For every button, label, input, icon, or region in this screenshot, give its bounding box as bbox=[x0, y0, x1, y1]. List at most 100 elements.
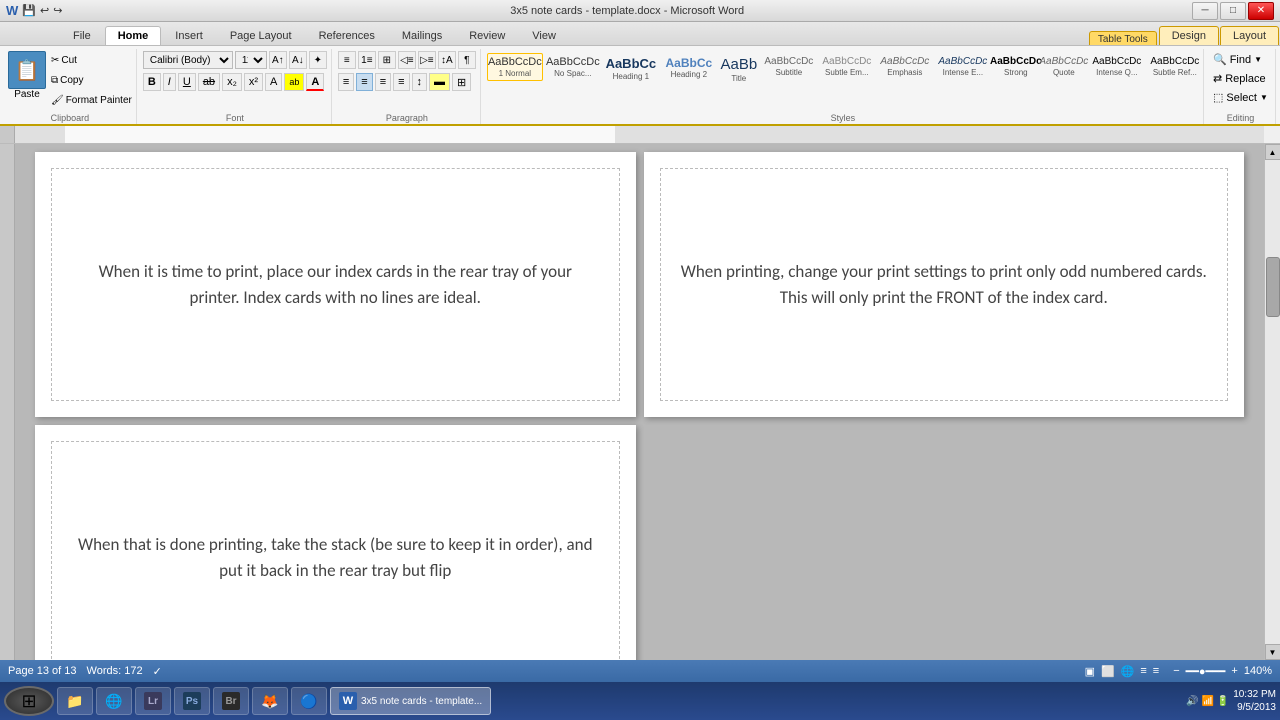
quick-access-undo[interactable]: ↩ bbox=[40, 4, 49, 17]
text-effects-button[interactable]: A bbox=[265, 73, 282, 91]
bold-button[interactable]: B bbox=[143, 73, 161, 91]
card-inner-2: When printing, change your print setting… bbox=[660, 168, 1229, 401]
taskbar-ps[interactable]: Ps bbox=[174, 687, 210, 715]
align-center-button[interactable]: ≡ bbox=[356, 73, 372, 91]
ruler bbox=[0, 126, 1280, 144]
zoom-out-button[interactable]: − bbox=[1173, 665, 1179, 677]
style-quote[interactable]: AaBbCcDc Quote bbox=[1041, 53, 1087, 80]
style-subtitle[interactable]: AaBbCcDc Subtitle bbox=[761, 53, 817, 80]
style-intense-q[interactable]: AaBbCcDc Intense Q... bbox=[1089, 53, 1145, 80]
style-subtle-ref[interactable]: AaBbCcDc Subtle Ref... bbox=[1147, 53, 1203, 80]
shrink-font-button[interactable]: A↓ bbox=[289, 51, 307, 69]
tab-references[interactable]: References bbox=[306, 26, 388, 45]
taskbar-lr[interactable]: Lr bbox=[135, 687, 171, 715]
line-spacing-button[interactable]: ↕ bbox=[412, 73, 428, 91]
multilevel-list-button[interactable]: ⊞ bbox=[378, 51, 396, 69]
tab-home[interactable]: Home bbox=[105, 26, 162, 45]
decrease-indent-button[interactable]: ◁≡ bbox=[398, 51, 416, 69]
zoom-in-button[interactable]: + bbox=[1231, 665, 1237, 677]
show-hide-button[interactable]: ¶ bbox=[458, 51, 476, 69]
tab-mailings[interactable]: Mailings bbox=[389, 26, 455, 45]
style-intense-em[interactable]: AaBbCcDc Intense E... bbox=[935, 53, 991, 80]
card-page-2[interactable]: When printing, change your print setting… bbox=[644, 152, 1245, 417]
tab-page-layout[interactable]: Page Layout bbox=[217, 26, 305, 45]
tray-time[interactable]: 10:32 PM 9/5/2013 bbox=[1233, 688, 1276, 714]
taskbar-explorer[interactable]: 📁 bbox=[57, 687, 93, 715]
scroll-thumb[interactable] bbox=[1266, 257, 1280, 317]
replace-icon: ⇄ bbox=[1213, 72, 1222, 85]
underline-button[interactable]: U bbox=[178, 73, 196, 91]
font-family-select[interactable]: Calibri (Body) bbox=[143, 51, 233, 69]
view-draft-button[interactable]: ≡ bbox=[1153, 665, 1159, 677]
card-page-3[interactable]: When that is done printing, take the sta… bbox=[35, 425, 636, 660]
strikethrough-button[interactable]: ab bbox=[198, 73, 220, 91]
view-full-screen-button[interactable]: ⬜ bbox=[1101, 665, 1115, 678]
zoom-slider[interactable]: ━━●━━━ bbox=[1186, 665, 1226, 678]
paste-button[interactable]: 📋 Paste bbox=[8, 51, 46, 110]
tab-file[interactable]: File bbox=[60, 26, 104, 45]
card-page-1[interactable]: When it is time to print, place our inde… bbox=[35, 152, 636, 417]
numbering-button[interactable]: 1≡ bbox=[358, 51, 376, 69]
find-button[interactable]: 🔍 Find ▼ bbox=[1210, 51, 1265, 68]
format-painter-button[interactable]: 🖌Format Painter bbox=[51, 95, 132, 106]
view-print-layout-button[interactable]: ▣ bbox=[1085, 665, 1095, 678]
superscript-button[interactable]: x² bbox=[244, 73, 263, 91]
copy-button[interactable]: ⧉Copy bbox=[51, 75, 132, 86]
start-button[interactable]: ⊞ bbox=[4, 686, 54, 716]
card-text-2: When printing, change your print setting… bbox=[681, 259, 1208, 310]
tab-design[interactable]: Design bbox=[1159, 26, 1219, 45]
scroll-track[interactable] bbox=[1265, 160, 1280, 644]
style-subtle-label: Subtle Em... bbox=[825, 68, 869, 77]
maximize-button[interactable]: □ bbox=[1220, 2, 1246, 20]
shading-button[interactable]: ▬ bbox=[429, 73, 450, 91]
cut-button[interactable]: ✂Cut bbox=[51, 55, 132, 66]
replace-button[interactable]: ⇄ Replace bbox=[1210, 70, 1269, 87]
subscript-button[interactable]: x₂ bbox=[222, 73, 242, 91]
style-emphasis-preview: AaBbCcDc bbox=[880, 56, 929, 68]
borders-button[interactable]: ⊞ bbox=[452, 73, 471, 91]
tab-view[interactable]: View bbox=[519, 26, 569, 45]
italic-button[interactable]: I bbox=[163, 73, 176, 91]
taskbar-firefox[interactable]: 🦊 bbox=[252, 687, 288, 715]
ribbon: 📋 Paste ✂Cut ⧉Copy 🖌Format Painter Clipb… bbox=[0, 46, 1280, 126]
style-title-label: Title bbox=[731, 74, 746, 83]
font-color-button[interactable]: A bbox=[306, 73, 324, 91]
tab-insert[interactable]: Insert bbox=[162, 26, 216, 45]
taskbar-ie[interactable]: 🌐 bbox=[96, 687, 132, 715]
view-outline-button[interactable]: ≡ bbox=[1140, 665, 1146, 677]
taskbar-chrome[interactable]: 🔵 bbox=[291, 687, 327, 715]
taskbar-word[interactable]: W 3x5 note cards - template... bbox=[330, 687, 491, 715]
minimize-button[interactable]: ─ bbox=[1192, 2, 1218, 20]
tab-review[interactable]: Review bbox=[456, 26, 518, 45]
grow-font-button[interactable]: A↑ bbox=[269, 51, 287, 69]
style-heading1[interactable]: AaBbCc Heading 1 bbox=[603, 53, 659, 84]
sort-button[interactable]: ↕A bbox=[438, 51, 456, 69]
bullets-button[interactable]: ≡ bbox=[338, 51, 356, 69]
text-highlight-button[interactable]: ab bbox=[284, 73, 304, 91]
align-left-button[interactable]: ≡ bbox=[338, 73, 354, 91]
quick-access-redo[interactable]: ↪ bbox=[53, 4, 62, 17]
style-no-space[interactable]: AaBbCcDc No Spac... bbox=[545, 53, 601, 81]
select-button[interactable]: ⬚ Select ▼ bbox=[1210, 89, 1271, 106]
scroll-down-button[interactable]: ▼ bbox=[1265, 644, 1280, 660]
font-size-select[interactable]: 11 bbox=[235, 51, 267, 69]
style-heading2[interactable]: AaBbCc Heading 2 bbox=[661, 53, 717, 82]
style-emphasis[interactable]: AaBbCcDc Emphasis bbox=[877, 53, 933, 80]
taskbar-bridge[interactable]: Br bbox=[213, 687, 249, 715]
align-right-button[interactable]: ≡ bbox=[375, 73, 391, 91]
increase-indent-button[interactable]: ▷≡ bbox=[418, 51, 436, 69]
document-content[interactable]: When it is time to print, place our inde… bbox=[15, 144, 1264, 660]
justify-button[interactable]: ≡ bbox=[393, 73, 409, 91]
vertical-ruler bbox=[0, 144, 15, 660]
scroll-up-button[interactable]: ▲ bbox=[1265, 144, 1280, 160]
clear-format-button[interactable]: ✦ bbox=[309, 51, 327, 69]
style-title[interactable]: AaBb Title bbox=[719, 53, 759, 86]
close-button[interactable]: ✕ bbox=[1248, 2, 1274, 20]
style-normal[interactable]: AaBbCcDc 1 Normal bbox=[487, 53, 543, 81]
tab-layout[interactable]: Layout bbox=[1220, 26, 1279, 45]
ruler-svg bbox=[15, 126, 1264, 143]
style-strong[interactable]: AaBbCcDc Strong bbox=[993, 53, 1039, 80]
view-web-layout-button[interactable]: 🌐 bbox=[1121, 665, 1135, 678]
style-subtle-em[interactable]: AaBbCcDc Subtle Em... bbox=[819, 53, 875, 80]
quick-access-save[interactable]: 💾 bbox=[22, 4, 36, 17]
